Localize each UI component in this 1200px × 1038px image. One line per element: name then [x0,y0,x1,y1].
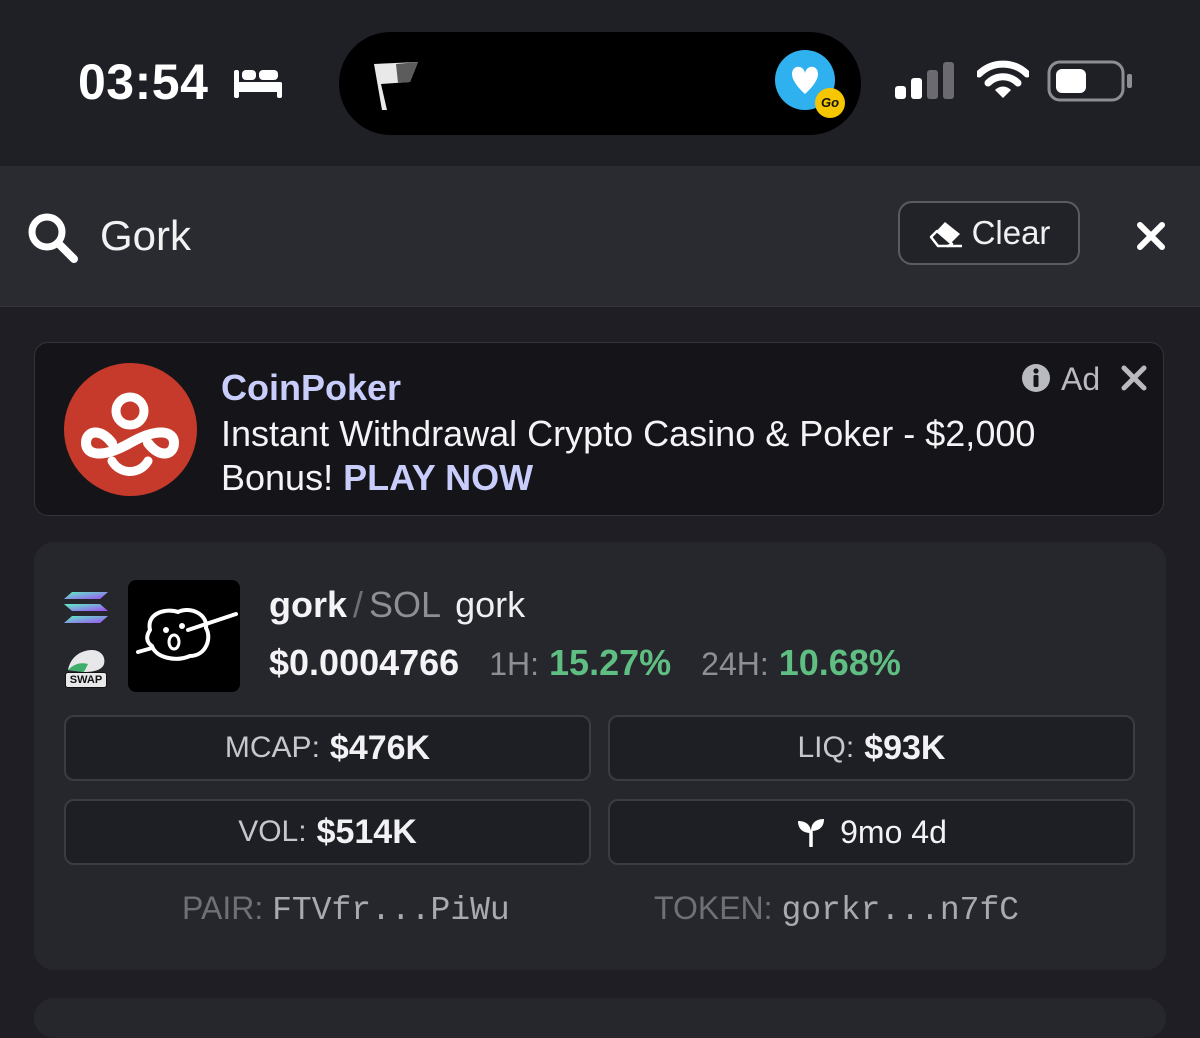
pair-age-value: 9mo 4d [840,813,947,850]
change-24h-value: 10.68% [778,642,901,683]
vimeo-go-badge: Go [815,88,845,118]
token-name: gork [455,584,526,625]
clear-button-label: Clear [971,214,1051,251]
liquidity-stat: LIQ: $93K [608,715,1135,781]
change-1h-value: 15.27% [549,642,672,683]
ad-title[interactable]: CoinPoker [221,365,401,411]
token-address-value[interactable]: gorkr...n7fC [781,892,1019,929]
clear-button[interactable]: Clear [898,201,1080,265]
vol-label: VOL: [238,815,307,848]
change-24h-label: 24H: [701,646,769,682]
ad-cta-link[interactable]: PLAY NOW [343,457,533,498]
volume-stat: VOL: $514K [64,799,591,865]
info-icon[interactable] [1021,363,1051,393]
flag-icon [374,62,418,110]
pair-address-value[interactable]: FTVfr...PiWu [272,892,510,929]
pair-address[interactable]: PAIR: FTVfr...PiWu [182,888,510,931]
cellular-signal-icon [895,62,954,99]
swap-badge: SWAP [65,672,107,688]
solana-icon [64,592,108,623]
mcap-value: $476K [329,728,431,767]
token-price: $0.0004766 [269,642,460,683]
quote-symbol: SOL [369,584,442,625]
sprout-icon [798,819,825,847]
battery-icon [1047,60,1132,102]
mcap-label: MCAP: [224,731,320,764]
swap-icon: SWAP [64,646,108,688]
base-symbol: gork [269,584,348,625]
search-icon [28,213,78,263]
price-row: $0.0004766 1H: 15.27% 24H: 10.68% [269,640,901,687]
pair-separator: / [353,584,364,625]
pair-address-label: PAIR: [182,890,264,926]
wifi-icon [977,60,1029,98]
close-search-button[interactable] [1131,216,1171,256]
vol-value: $514K [316,812,417,851]
token-address[interactable]: TOKEN: gorkr...n7fC [654,888,1019,931]
change-1h-label: 1H: [489,646,540,682]
ad-text[interactable]: Instant Withdrawal Crypto Casino & Poker… [221,412,1151,500]
token-pair-name: gork / SOL gork [269,582,525,628]
ad-label: Ad [1061,361,1101,397]
eraser-icon [929,222,962,248]
liq-value: $93K [864,728,946,767]
coinpoker-logo [64,363,197,496]
liq-label: LIQ: [797,731,855,764]
token-address-label: TOKEN: [654,890,773,926]
pair-age-stat: 9mo 4d [608,799,1135,865]
ad-close-icon[interactable] [1120,364,1148,392]
status-time: 03:54 [78,54,209,110]
next-result-card[interactable] [34,998,1166,1038]
search-input[interactable] [100,208,700,264]
token-image [128,580,240,692]
bed-icon [234,70,282,98]
mcap-stat: MCAP: $476K [64,715,591,781]
